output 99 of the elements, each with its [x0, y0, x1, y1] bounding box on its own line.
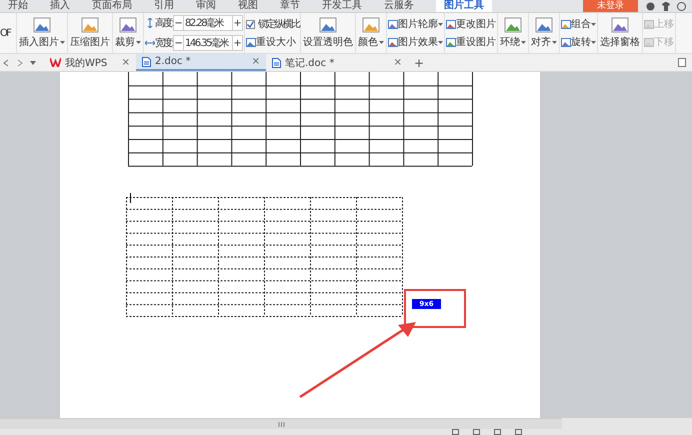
tab-label: 我的WPS	[65, 56, 108, 70]
picture-icon	[446, 38, 456, 46]
picture-icon	[535, 17, 554, 33]
ribbon-button[interactable]: 旋转	[561, 35, 596, 49]
checkbox[interactable]	[246, 20, 256, 28]
view-icon[interactable]	[473, 429, 480, 435]
picture-icon	[119, 17, 138, 33]
button-label: 选择窗格	[600, 36, 640, 49]
button-label: 重设大小	[256, 36, 296, 49]
ribbon-button[interactable]: 对齐	[530, 17, 558, 49]
document-icon	[142, 56, 151, 66]
logo-icon	[50, 58, 61, 67]
ribbon-button[interactable]: 颜色	[357, 17, 386, 49]
ribbon-button[interactable]: 设置透明色	[302, 17, 354, 49]
picture-icon	[504, 17, 522, 33]
menu-tab[interactable]: 插入	[50, 0, 70, 12]
grip-icon	[278, 422, 284, 426]
picture-icon	[561, 20, 572, 28]
ribbon-button[interactable]: 重设图片	[446, 35, 496, 49]
check-icon	[247, 20, 254, 28]
button-label: 重设图片	[456, 36, 496, 49]
caret-icon[interactable]	[379, 40, 384, 44]
button-label: 上移	[654, 18, 674, 31]
caret-icon[interactable]	[552, 40, 558, 44]
caret-icon[interactable]	[438, 22, 444, 26]
button-label: 颜色	[358, 36, 378, 49]
increment-button[interactable]: +	[233, 38, 242, 48]
document-icon[interactable]	[678, 58, 686, 67]
menu-tab[interactable]: 页面布局	[92, 0, 132, 12]
menu-tab[interactable]: 开始	[8, 0, 28, 12]
button-label: 裁剪	[115, 36, 136, 49]
ribbon-button[interactable]: 选择窗格	[599, 17, 642, 49]
tab-label: 笔记.doc *	[285, 56, 334, 70]
menu-tab[interactable]: 视图	[238, 0, 258, 12]
menu-tab[interactable]: 开发工具	[322, 0, 362, 12]
document-tab[interactable]: 我的WPS ×	[44, 54, 136, 71]
decrement-button[interactable]: −	[174, 18, 184, 28]
ribbon-button[interactable]: 图片轮廓	[388, 17, 444, 31]
caret-icon[interactable]	[136, 40, 142, 44]
height-icon	[145, 18, 156, 28]
button-label: 下移	[654, 36, 674, 49]
ribbon-button[interactable]: 插入图片	[18, 17, 66, 49]
caret-icon[interactable]	[591, 40, 596, 44]
caret-icon[interactable]	[30, 60, 36, 64]
ribbon-button[interactable]: 重设大小	[246, 35, 300, 49]
tab-label: 2.doc *	[155, 56, 191, 67]
close-button[interactable]: ×	[252, 56, 260, 67]
picture-icon	[81, 17, 100, 33]
button-label: 插入图片	[19, 36, 60, 49]
view-icon[interactable]	[494, 429, 501, 435]
document-tab[interactable]: 笔记.doc * ×	[266, 54, 408, 71]
size-field[interactable]: − 146.35毫米 +	[173, 35, 244, 51]
checkbox-label: 锁定纵横比	[258, 18, 300, 31]
view-icon[interactable]	[452, 429, 459, 435]
menu-tab[interactable]: 引用	[154, 0, 174, 12]
caret-icon[interactable]	[591, 22, 596, 26]
picture-icon	[611, 17, 630, 33]
button-label: 对齐	[531, 36, 552, 49]
ribbon-button[interactable]: 环绕	[499, 17, 528, 49]
text-cursor	[130, 193, 131, 203]
horizontal-scrollbar[interactable]	[0, 418, 562, 429]
shirt-icon[interactable]	[661, 2, 671, 10]
picture-icon	[246, 38, 256, 46]
picture-icon	[446, 20, 456, 28]
menu-tab[interactable]: 云服务	[384, 0, 414, 12]
caret-icon[interactable]	[60, 40, 66, 44]
ribbon-button[interactable]: 裁剪	[114, 17, 142, 49]
decrement-button[interactable]: −	[174, 38, 184, 48]
button-label: 更改图片	[456, 18, 496, 31]
document-icon	[272, 58, 281, 68]
ribbon-label[interactable]: OF	[0, 28, 12, 38]
caret-icon[interactable]	[521, 40, 526, 44]
size-field[interactable]: − 82.28毫米 +	[173, 15, 244, 31]
picture-icon	[388, 20, 398, 28]
width-icon	[145, 38, 156, 48]
ribbon-button[interactable]: 压缩图片	[69, 17, 112, 49]
button-label: 图片效果	[398, 36, 438, 49]
picture-icon	[319, 17, 338, 33]
back-icon[interactable]	[2, 58, 10, 66]
close-button[interactable]: ×	[394, 57, 402, 68]
new-tab-button[interactable]: +	[408, 54, 430, 71]
button-label: 旋转	[571, 36, 592, 49]
button-label: 图片轮廓	[398, 18, 438, 31]
picture-icon	[362, 17, 380, 33]
button-label: 压缩图片	[70, 36, 110, 49]
button-label: 设置透明色	[303, 36, 354, 49]
picture-icon	[561, 38, 572, 46]
picture-icon	[388, 38, 398, 46]
ribbon-button[interactable]: 组合	[561, 17, 596, 31]
caret-icon[interactable]	[438, 40, 444, 44]
button-label: 组合	[571, 18, 592, 31]
close-button[interactable]: ×	[122, 57, 130, 68]
button-label: 环绕	[500, 36, 520, 49]
ribbon-button[interactable]: 图片效果	[388, 35, 444, 49]
view-icon[interactable]	[515, 429, 522, 435]
picture-icon	[33, 17, 52, 33]
ribbon-button[interactable]: 更改图片	[446, 17, 496, 31]
document-tab[interactable]: 2.doc * ×	[136, 54, 266, 71]
increment-button[interactable]: +	[233, 18, 242, 28]
